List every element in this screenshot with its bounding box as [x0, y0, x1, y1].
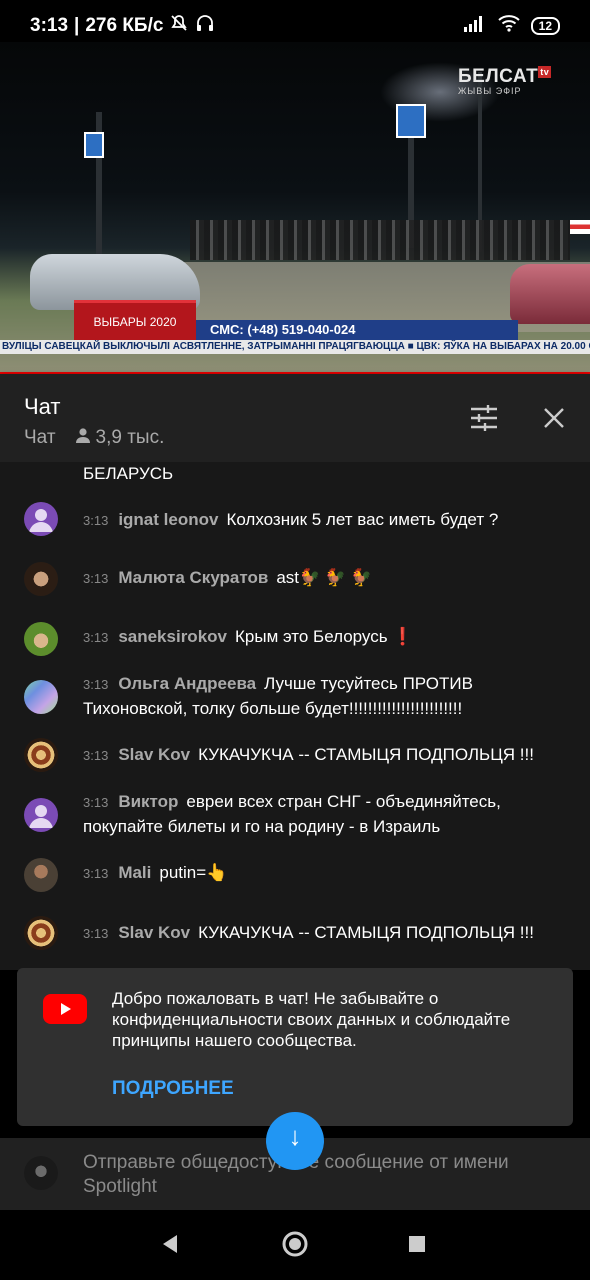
message-text: putin=👆	[159, 863, 228, 882]
message-author[interactable]: Slav Kov	[118, 923, 190, 942]
avatar	[24, 562, 58, 596]
message-text: КУКАЧУКЧА -- СТАМЫЦЯ ПОДПОЛЬЦЯ !!!	[198, 745, 534, 764]
home-circle-icon	[281, 1230, 309, 1263]
news-ticker: ВУЛІЦЫ САВЕЦКАЙ ВЫКЛЮЧЫЛІ АСВЯТЛЕННЕ, ЗА…	[0, 340, 590, 354]
channel-logo: БЕЛСАТ tv	[458, 66, 552, 88]
message-time: 3:13	[83, 630, 109, 645]
chat-header: Чат Чат 3,9 тыс.	[0, 374, 590, 462]
message-author[interactable]: Ольга Андреева	[118, 674, 256, 693]
network-speed: 276 КБ/с	[85, 15, 164, 36]
status-time: 3:13	[30, 15, 69, 36]
message-author[interactable]: Малюта Скуратов	[118, 568, 268, 587]
chat-messages[interactable]: БЕЛАРУСЬ 3:13 ignat leonov Колхозник 5 лет…	[0, 462, 590, 970]
message-time: 3:13	[83, 866, 109, 881]
message-author[interactable]: Mali	[118, 863, 151, 882]
home-button[interactable]	[279, 1230, 311, 1262]
back-button[interactable]	[154, 1230, 186, 1262]
crosswalk-sign	[396, 104, 426, 138]
sliders-icon	[469, 404, 499, 437]
learn-more-link[interactable]: ПОДРОБНЕЕ	[112, 1078, 234, 1100]
mute-icon	[169, 13, 189, 39]
road-sign	[84, 132, 104, 158]
filter-settings-button[interactable]	[466, 402, 502, 438]
message-author[interactable]: Slav Kov	[118, 745, 190, 764]
arrow-down-icon: ↓	[288, 1121, 302, 1151]
message-body: 3:13 Ольга Андреева Лучше тусуйтесь ПРОТИВ…	[83, 672, 563, 721]
avatar	[24, 502, 58, 536]
message-author[interactable]: saneksirokov	[118, 627, 227, 646]
user-avatar	[24, 1156, 58, 1190]
message-body: 3:13 Виктор евреи всех стран СНГ - объедин…	[83, 790, 563, 839]
message-body: 3:13 saneksirokov Крым это Белорусь ❗	[83, 625, 563, 650]
recents-button[interactable]	[401, 1230, 433, 1262]
message-text: Крым это Белорусь ❗	[235, 627, 414, 646]
avatar	[24, 798, 58, 832]
chat-mode-label[interactable]: Чат	[24, 427, 56, 449]
person-icon	[74, 426, 92, 450]
close-icon	[542, 406, 566, 435]
youtube-logo-icon	[43, 994, 87, 1024]
avatar	[24, 680, 58, 714]
chat-subtitle-row: Чат 3,9 тыс.	[24, 426, 164, 450]
system-nav-bar	[0, 1210, 590, 1280]
viewer-count-label: 3,9 тыс.	[95, 427, 165, 448]
video-player[interactable]: БЕЛСАТ tv ЖЫВЫ ЭФІР ВЫБАРЫ 2020 СМС: (+48…	[0, 42, 590, 374]
close-chat-button[interactable]	[536, 402, 572, 438]
avatar	[24, 622, 58, 656]
viewer-count: 3,9 тыс.	[74, 426, 165, 450]
avatar	[24, 738, 58, 772]
message-body: 3:13 Mali putin=👆	[83, 861, 563, 886]
message-text: Колхозник 5 лет вас иметь будет ?	[226, 510, 499, 529]
white-red-white-flag	[570, 220, 590, 234]
message-text: КУКАЧУКЧА -- СТАМЫЦЯ ПОДПОЛЬЦЯ !!!	[198, 923, 534, 942]
avatar	[24, 916, 58, 950]
message-body: 3:13 Slav Kov КУКАЧУКЧА -- СТАМЫЦЯ ПОДПОЛЬ…	[83, 743, 563, 768]
partial-message-text: БЕЛАРУСЬ	[83, 464, 174, 483]
scroll-down-button[interactable]: ↓	[266, 1112, 324, 1170]
message-author[interactable]: ignat leonov	[118, 510, 218, 529]
status-separator: |	[74, 15, 80, 36]
message-time: 3:13	[83, 513, 109, 528]
message-body: 3:13 Slav Kov КУКАЧУКЧА -- СТАМЫЦЯ ПОДПОЛЬ…	[83, 921, 563, 946]
avatar	[24, 858, 58, 892]
message-time: 3:13	[83, 795, 109, 810]
chat-title: Чат	[24, 394, 61, 419]
wifi-icon	[497, 14, 521, 38]
welcome-message: Добро пожаловать в чат! Не забывайте о к…	[112, 989, 511, 1050]
message-time: 3:13	[83, 926, 109, 941]
message-author[interactable]: Виктор	[118, 792, 178, 811]
live-label: ЖЫВЫ ЭФІР	[458, 86, 522, 96]
channel-logo-text: БЕЛСАТ	[458, 66, 539, 87]
sms-bar: СМС: (+48) 519-040-024	[196, 320, 518, 340]
message-text: ast🐓 🐓 🐓	[276, 568, 372, 587]
elections-badge: ВЫБАРЫ 2020	[74, 300, 196, 340]
red-car	[510, 264, 590, 324]
message-body: 3:13 ignat leonov Колхозник 5 лет вас имет…	[83, 508, 563, 533]
message-time: 3:13	[83, 571, 109, 586]
message-time: 3:13	[83, 677, 109, 692]
message-time: 3:13	[83, 748, 109, 763]
welcome-card: Добро пожаловать в чат! Не забывайте о к…	[17, 968, 573, 1126]
message-body: 3:13 Малюта Скуратов ast🐓 🐓 🐓	[83, 566, 563, 591]
back-triangle-icon	[159, 1233, 181, 1260]
battery-indicator: 12	[530, 17, 560, 35]
crowd	[190, 220, 570, 260]
headphones-icon	[195, 13, 215, 39]
channel-logo-suffix: tv	[538, 66, 552, 78]
message-input[interactable]: Отправьте общедоступное сообщение от име…	[83, 1151, 563, 1199]
signal-icon	[463, 14, 487, 38]
square-icon	[407, 1234, 427, 1259]
